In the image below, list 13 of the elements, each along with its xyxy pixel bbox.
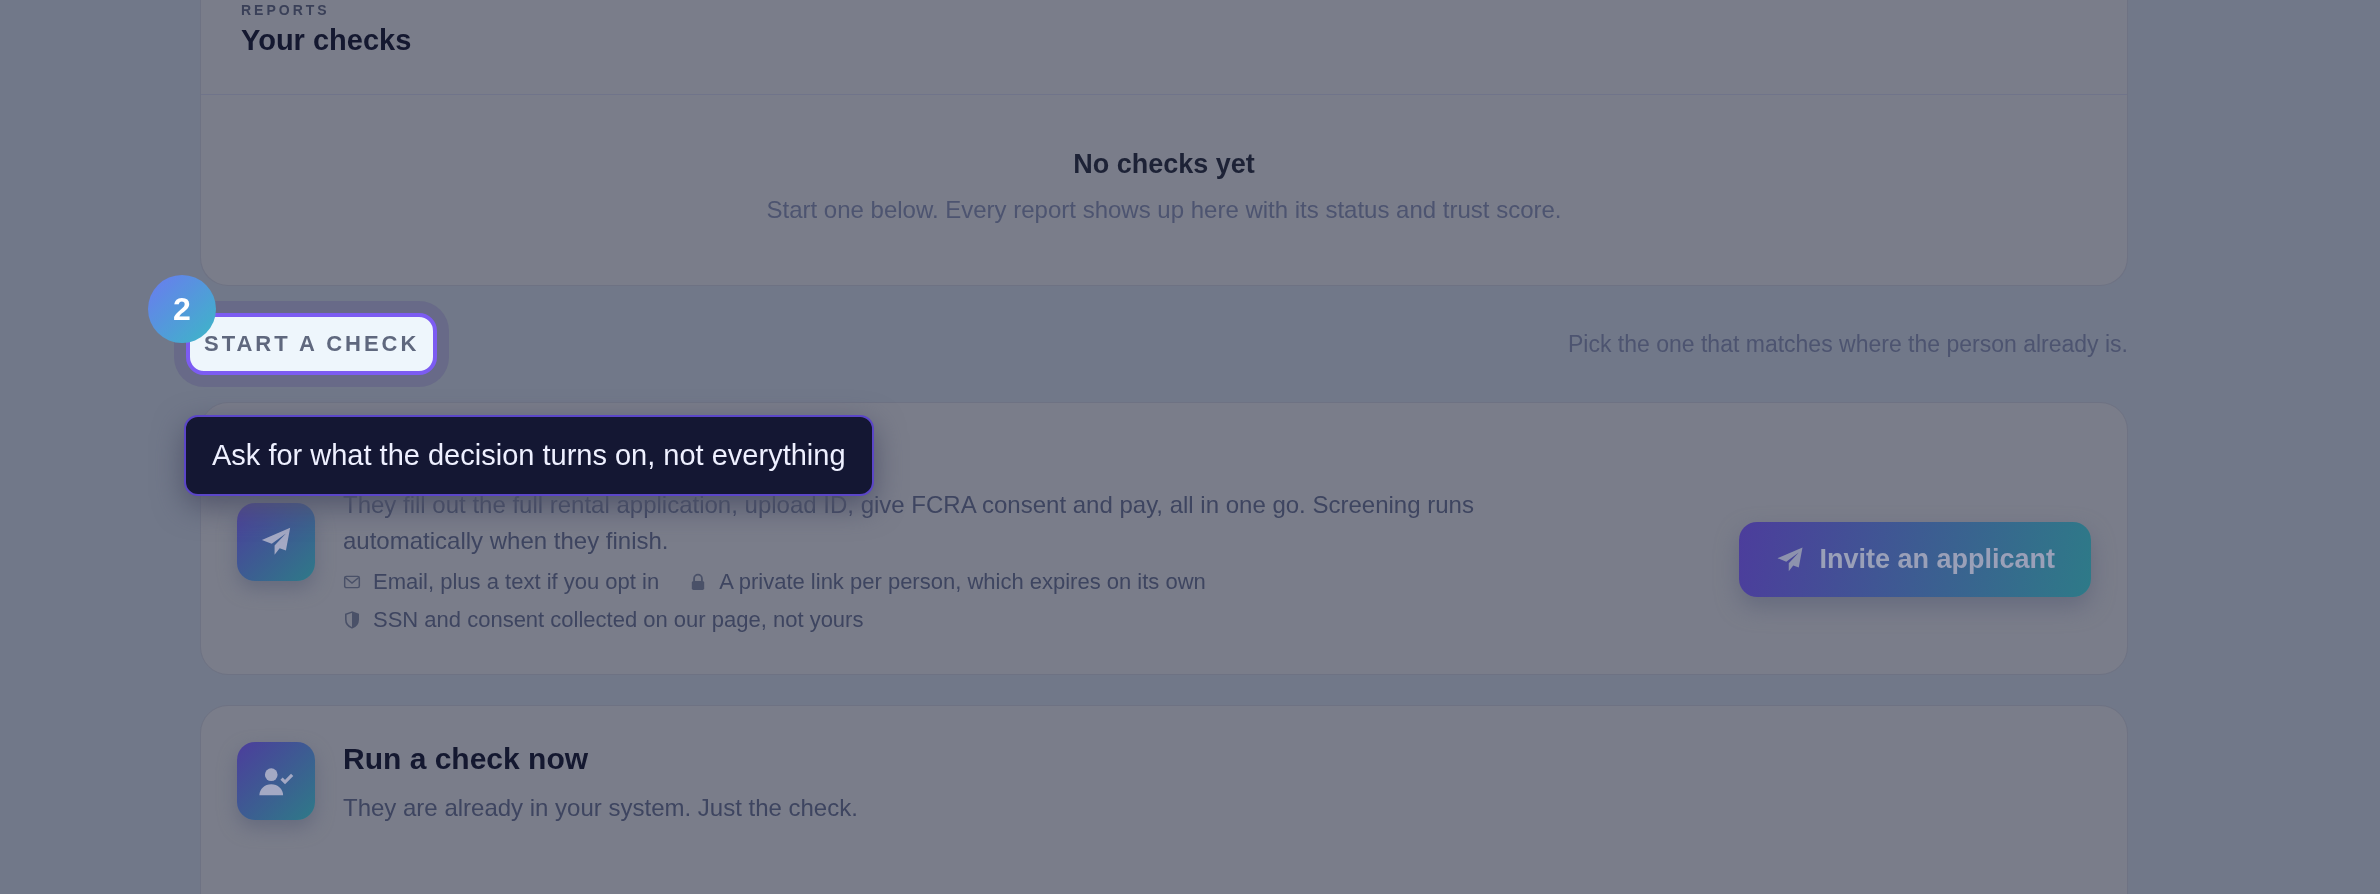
feature-text: SSN and consent collected on our page, not yours (373, 606, 864, 633)
feature-text: Email, plus a text if you opt in (373, 568, 660, 595)
shield-icon (343, 610, 361, 629)
paper-plane-icon (237, 503, 315, 581)
user-check-icon (237, 742, 315, 820)
tour-tooltip: Ask for what the decision turns on, not everything (184, 415, 874, 496)
empty-title: No checks yet (1073, 148, 1255, 180)
feature-text: A private link per person, which expires on its own (719, 568, 1206, 595)
section-title: Your checks (241, 24, 413, 57)
section-eyebrow: REPORTS (241, 2, 331, 18)
invite-button[interactable]: Invite an applicant (1739, 522, 2091, 597)
option-title: Run a check now (343, 742, 590, 776)
option-description: They are already in your system. Just the check. (343, 793, 859, 823)
